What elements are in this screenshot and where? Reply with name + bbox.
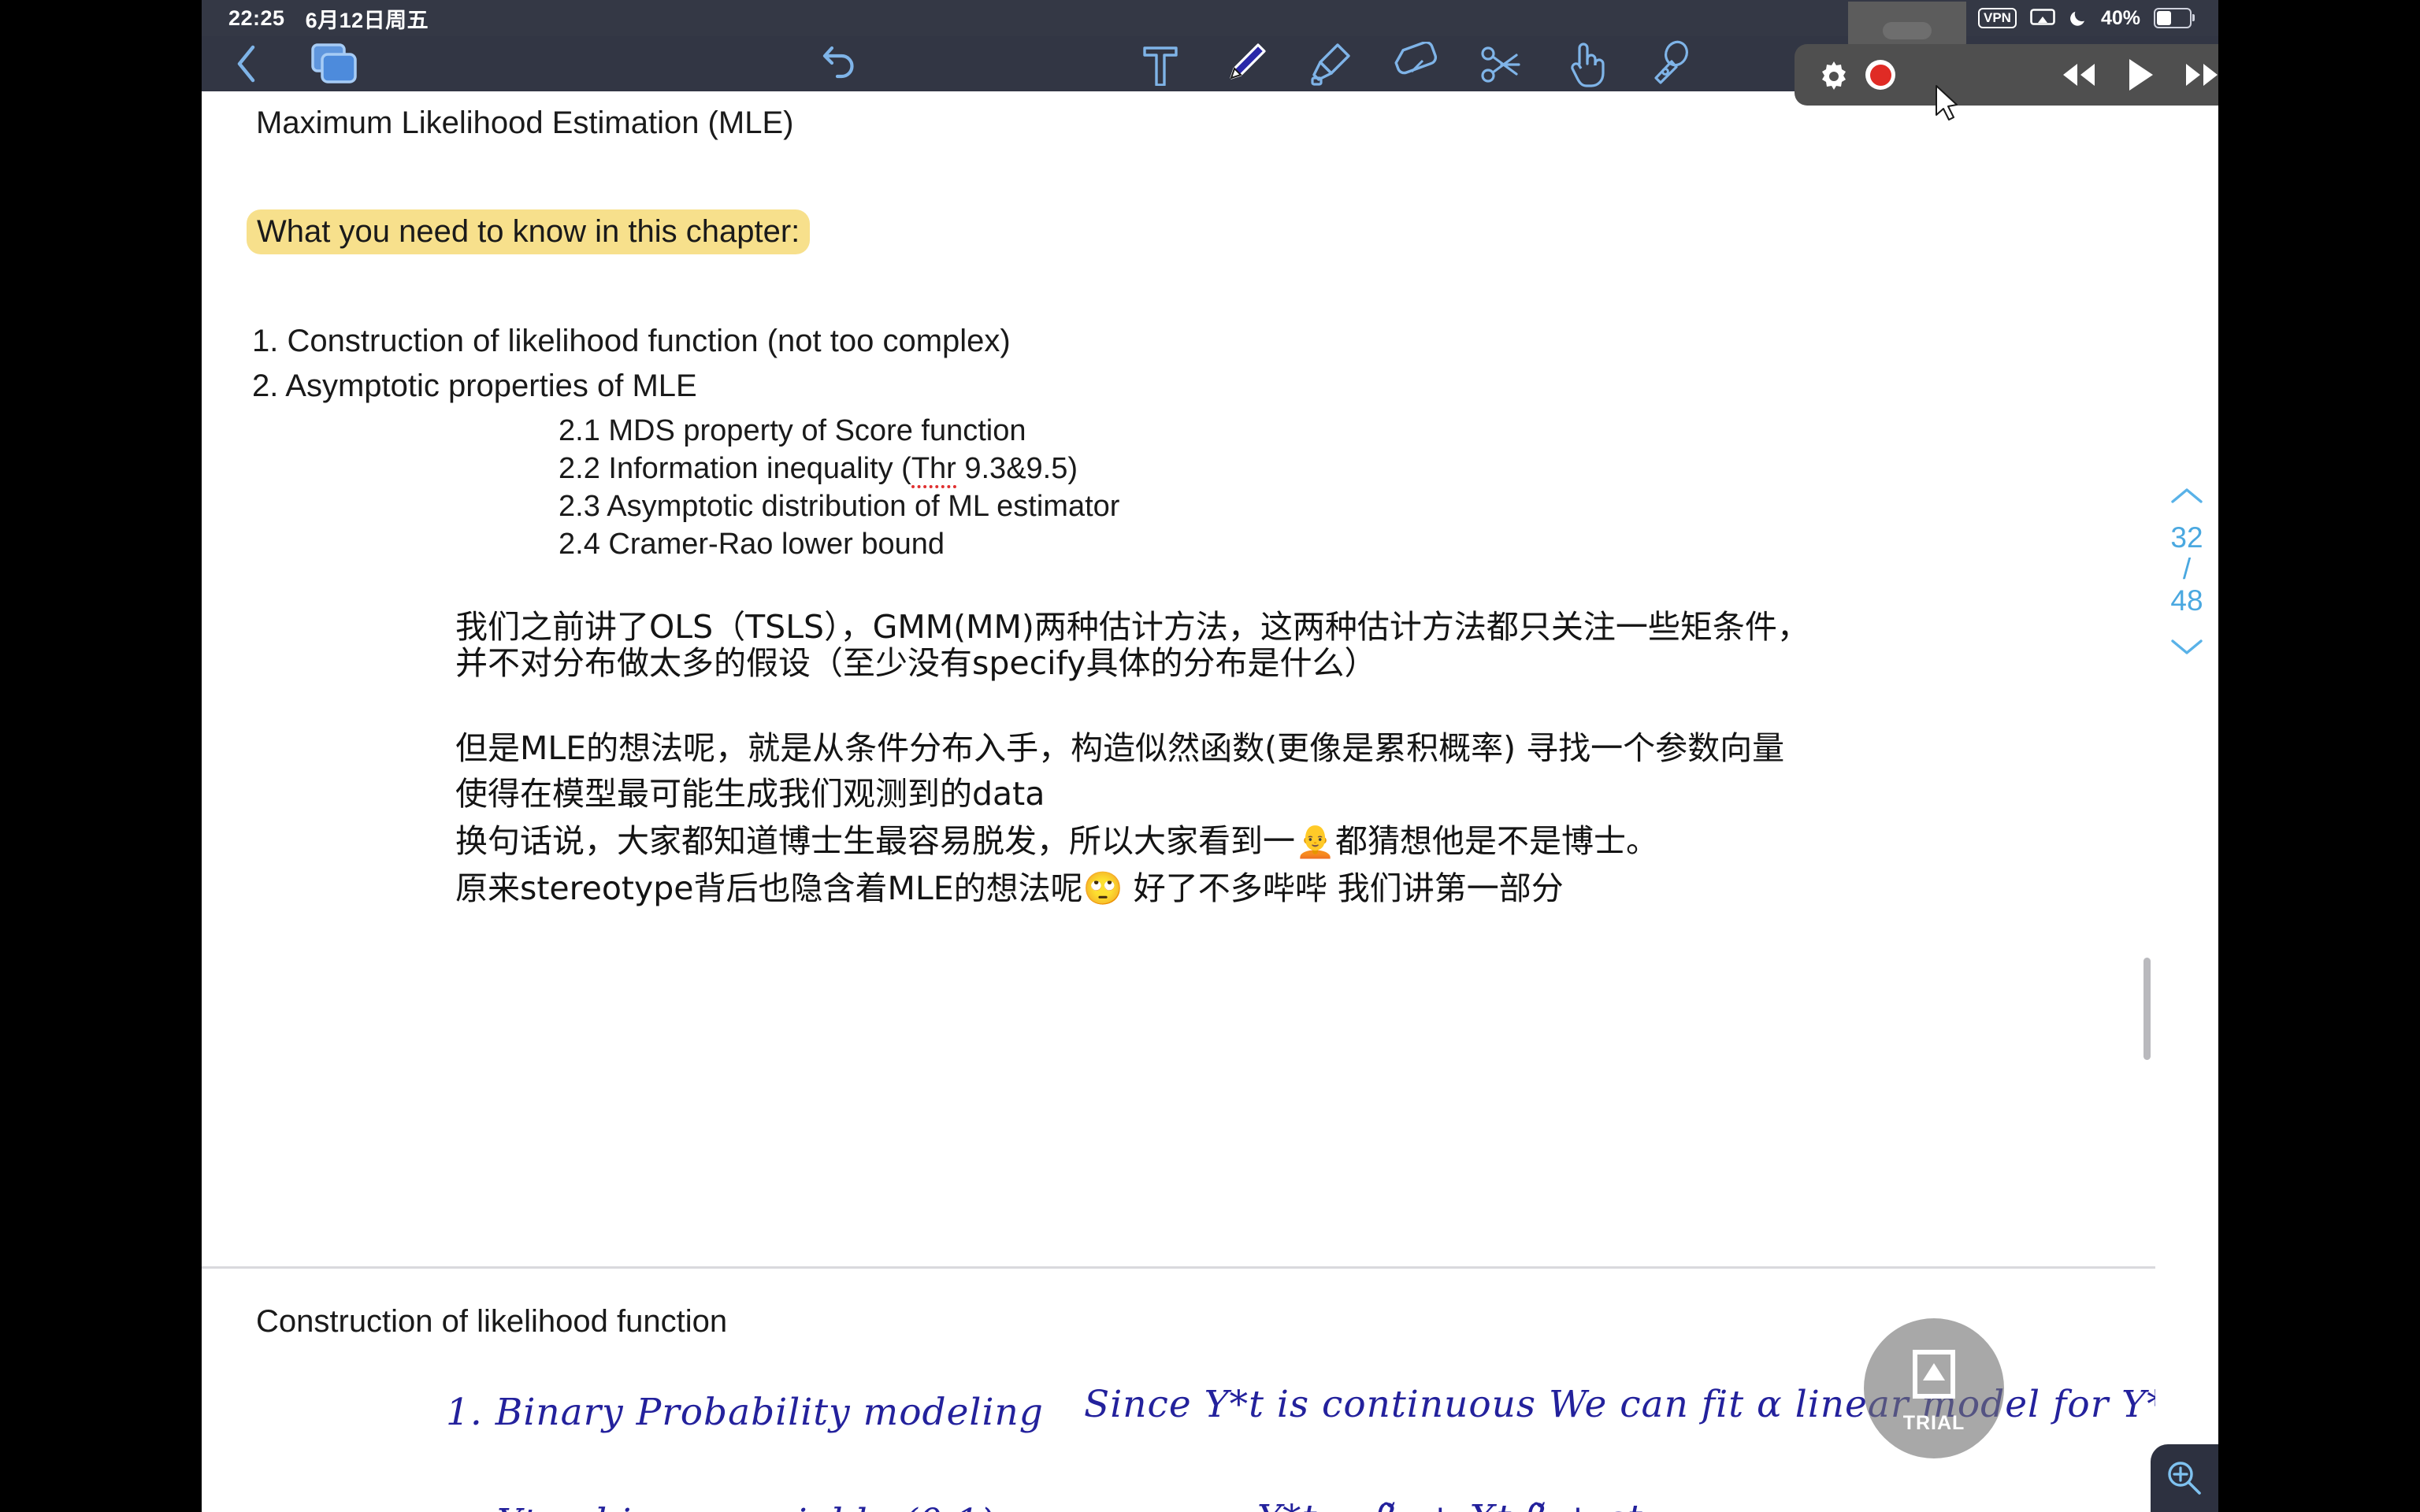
document-icon <box>1913 1349 1955 1399</box>
play-icon[interactable] <box>2126 57 2155 92</box>
document-content: Maximum Likelihood Estimation (MLE) What… <box>202 91 2218 1512</box>
vertical-scrollbar[interactable] <box>2143 958 2151 1060</box>
mouse-cursor <box>1935 85 1963 127</box>
pages-icon[interactable] <box>309 41 361 87</box>
page-divider <box>202 1266 2218 1269</box>
misspelled-word: Thr <box>911 452 956 488</box>
rewind-icon[interactable] <box>2058 61 2099 88</box>
toolbar-tools <box>1131 39 1700 88</box>
airplay-icon <box>2030 9 2055 28</box>
moon-icon <box>2069 9 2088 28</box>
handwriting-line: Yt ← binary variable (0.1) <box>497 1501 995 1512</box>
page-separator: / <box>2182 552 2192 585</box>
record-dot-icon[interactable] <box>1865 60 1895 90</box>
page-title: Maximum Likelihood Estimation (MLE) <box>256 106 794 140</box>
battery-percent: 40% <box>2100 6 2140 29</box>
section-title: Construction of likelihood function <box>256 1304 728 1339</box>
scissors-icon[interactable] <box>1472 39 1530 88</box>
current-page: 32 <box>2170 521 2203 554</box>
chevron-left-icon[interactable] <box>233 43 260 84</box>
list-item: 2.4 Cramer-Rao lower bound <box>559 528 945 561</box>
status-time: 22:25 <box>228 6 285 30</box>
document-page[interactable]: Maximum Likelihood Estimation (MLE) What… <box>202 91 2218 1512</box>
screen-recorder-toolbar: LIVE <box>1795 44 2218 106</box>
gear-icon[interactable] <box>1818 59 1850 91</box>
paragraph: 原来stereotype背后也隐含着MLE的想法呢🙄 好了不多哔哔 我们讲第一部… <box>455 869 1564 907</box>
screen: 22:25 6月12日周五 VPN 40% Maximum Likelihood… <box>0 0 2420 1512</box>
eraser-icon[interactable] <box>1386 39 1445 88</box>
paragraph: 但是MLE的想法呢，就是从条件分布入手，构造似然函数(更像是累积概率) 寻找一个… <box>455 729 1785 767</box>
status-bar-left: 22:25 6月12日周五 <box>228 3 429 34</box>
tablet-window: 22:25 6月12日周五 VPN 40% Maximum Likelihood… <box>202 0 2218 1512</box>
trial-watermark: TRIAL <box>1864 1318 2004 1458</box>
battery-icon <box>2154 8 2195 28</box>
list-item: 1. Construction of likelihood function (… <box>252 324 1011 358</box>
paragraph: 使得在模型最可能生成我们观测到的data <box>455 775 1045 813</box>
vpn-badge: VPN <box>1977 8 2017 28</box>
laser-pointer-icon[interactable] <box>1642 39 1700 88</box>
zoom-in-icon <box>2164 1458 2205 1499</box>
subitem-suffix: 9.3&9.5) <box>956 452 1078 485</box>
subitem-text: 2.1 MDS property of Score function <box>559 414 1026 447</box>
trial-label: TRIAL <box>1902 1411 1965 1434</box>
chevron-up-icon[interactable] <box>2169 483 2204 510</box>
chevron-down-icon[interactable] <box>2169 634 2204 661</box>
handwriting-line: Since Y*t is continuous We can fit α lin… <box>1084 1383 2182 1426</box>
recorder-left-group <box>1818 59 1895 91</box>
status-date: 6月12日周五 <box>305 8 429 32</box>
text-t-icon[interactable] <box>1131 39 1190 88</box>
pencil-icon[interactable] <box>1216 39 1275 88</box>
page-indicator[interactable]: 32 / 48 <box>2170 522 2203 617</box>
handwriting-line: 1. Binary Probability modeling <box>446 1391 1044 1434</box>
total-pages: 48 <box>2170 584 2203 617</box>
highlighter-icon[interactable] <box>1301 39 1360 88</box>
fast-forward-icon[interactable] <box>2181 61 2218 88</box>
pointing-hand-icon[interactable] <box>1557 39 1615 88</box>
list-item: 2.3 Asymptotic distribution of ML estima… <box>559 490 1119 524</box>
handwriting-line: Y*t = β̃₀ + Xt β̃₁+ εt <box>1257 1497 1643 1512</box>
subitem-text: 2.2 Information inequality ( <box>559 452 911 485</box>
list-item: 2. Asymptotic properties of MLE <box>252 369 697 403</box>
list-item: 2.2 Information inequality (Thr 9.3&9.5) <box>559 452 1078 488</box>
subitem-text: 2.3 Asymptotic distribution of ML estima… <box>559 490 1120 523</box>
list-item: 2.1 MDS property of Score function <box>559 414 1026 448</box>
toolbar-left-group <box>233 41 361 87</box>
subitem-text: 2.4 Cramer-Rao lower bound <box>559 528 945 561</box>
zoom-in-button[interactable] <box>2151 1444 2218 1512</box>
highlighted-heading: What you need to know in this chapter: <box>247 209 811 254</box>
paragraph: 并不对分布做太多的假设（至少没有specify具体的分布是什么） <box>455 644 1377 682</box>
recorder-transport <box>2058 57 2218 92</box>
status-bar-right: VPN 40% <box>1941 6 2195 30</box>
page-navigation-rail: 32 / 48 <box>2151 91 2218 1512</box>
undo-icon[interactable] <box>816 41 862 87</box>
paragraph: 换句话说，大家都知道博士生最容易脱发，所以大家看到一🧑‍🦲都猜想他是不是博士。 <box>455 822 1659 860</box>
